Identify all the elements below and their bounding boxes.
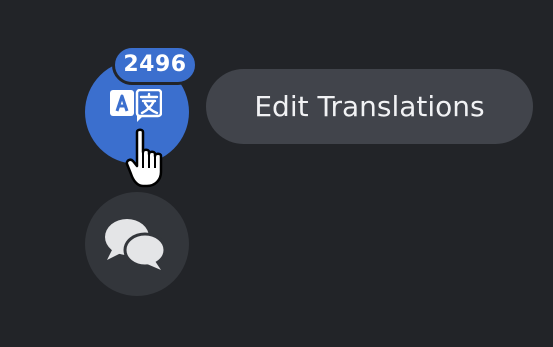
- comments-button[interactable]: [85, 192, 189, 296]
- hand-pointer-icon: [125, 128, 163, 188]
- comments-icon: [105, 219, 167, 270]
- notification-count-badge: 2496: [112, 45, 198, 85]
- edit-translations-tooltip: Edit Translations: [206, 69, 533, 144]
- translate-icon: [110, 89, 162, 122]
